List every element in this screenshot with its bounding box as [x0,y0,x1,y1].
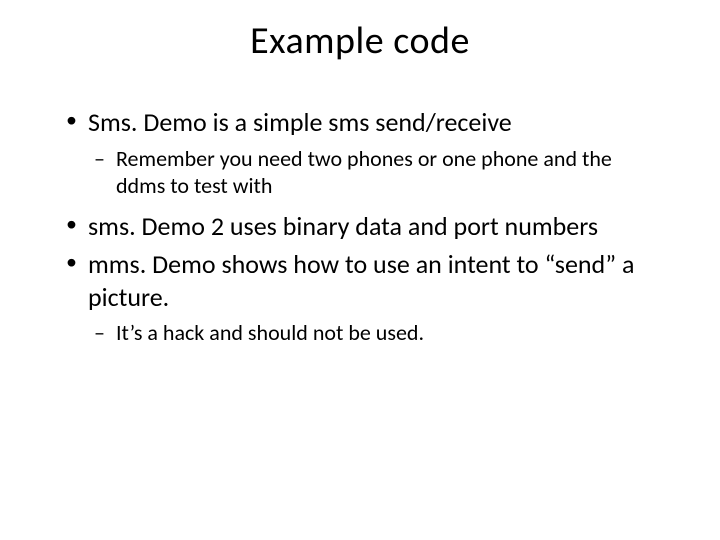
bullet-sub-item-3-1: It’s a hack and should not be used. [94,319,654,347]
bullet-text: mms. Demo shows how to use an intent to … [88,248,634,313]
bullet-item-3: mms. Demo shows how to use an intent to … [66,248,680,313]
bullet-text: Remember you need two phones or one phon… [116,145,612,200]
bullet-text: Sms. Demo is a simple sms send/receive [88,106,512,138]
bullet-item-2: sms. Demo 2 uses binary data and port nu… [66,210,680,243]
slide-title: Example code [40,18,680,64]
bullet-text: It’s a hack and should not be used. [116,319,424,346]
bullet-text: sms. Demo 2 uses binary data and port nu… [88,210,598,242]
bullet-sub-item-1-1: Remember you need two phones or one phon… [94,145,654,200]
slide-content: Sms. Demo is a simple sms send/receive R… [40,106,680,347]
bullet-item-1: Sms. Demo is a simple sms send/receive [66,106,680,139]
slide: Example code Sms. Demo is a simple sms s… [0,0,720,540]
